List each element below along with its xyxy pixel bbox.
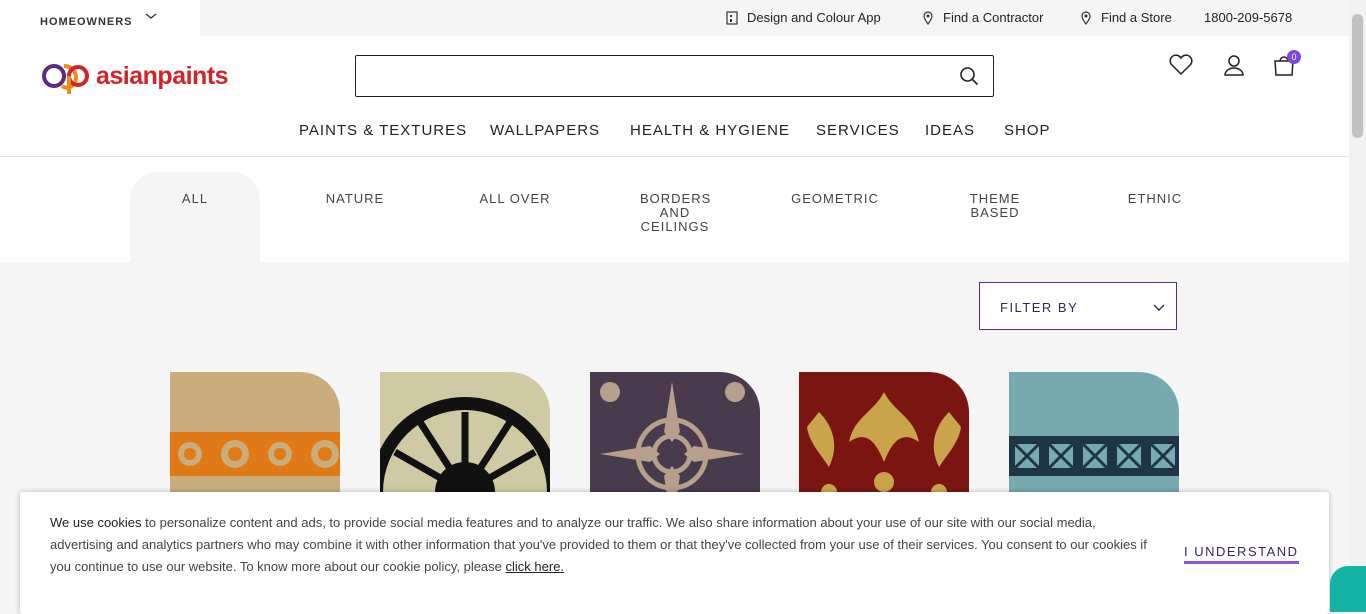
find-store-label: Find a Store — [1101, 10, 1172, 25]
segment-selector[interactable]: HOMEOWNERS — [0, 0, 200, 36]
stencil-pattern-image — [170, 432, 340, 476]
cookie-body: to personalize content and ads, to provi… — [50, 515, 1147, 574]
page-scrollbar[interactable] — [1349, 0, 1366, 612]
tab-borders-and-ceilings[interactable]: BORDERS AND CEILINGS — [610, 172, 740, 262]
find-contractor-link[interactable]: Find a Contractor — [921, 10, 1043, 25]
find-store-link[interactable]: Find a Store — [1079, 10, 1172, 25]
nav-health-hygiene[interactable]: HEALTH & HYGIENE — [630, 122, 790, 139]
nav-shop[interactable]: SHOP — [1004, 122, 1051, 139]
search-icon[interactable] — [959, 66, 979, 86]
tab-geometric[interactable]: GEOMETRIC — [770, 172, 900, 262]
filter-by-dropdown[interactable]: FILTER BY — [979, 282, 1177, 330]
tab-all[interactable]: ALL — [130, 172, 260, 262]
product-card-orange-scroll-border[interactable] — [170, 372, 340, 512]
stencil-pattern-image — [380, 397, 550, 512]
logo-text: asianpaints — [96, 61, 229, 90]
cookie-lead: We use cookies — [50, 515, 142, 530]
search-input[interactable] — [355, 55, 994, 97]
heart-icon[interactable] — [1168, 52, 1194, 78]
product-card-red-gold-damask[interactable] — [799, 372, 969, 512]
user-icon[interactable] — [1221, 52, 1247, 78]
asianpaints-logo-icon — [42, 64, 89, 94]
product-card-purple-medallion[interactable] — [590, 372, 760, 512]
product-card-black-medallion[interactable] — [380, 372, 550, 512]
design-colour-app-link[interactable]: Design and Colour App — [725, 10, 881, 25]
stencil-pattern-image — [600, 382, 745, 512]
tab-nature[interactable]: NATURE — [290, 172, 420, 262]
filter-by-label: FILTER BY — [1000, 300, 1079, 315]
location-pin-icon — [923, 10, 933, 25]
tab-all-over[interactable]: ALL OVER — [450, 172, 580, 262]
stencil-pattern-image — [807, 392, 961, 500]
design-colour-app-label: Design and Colour App — [747, 10, 881, 25]
product-card-teal-geometric-border[interactable] — [1009, 372, 1179, 512]
nav-services[interactable]: SERVICES — [816, 122, 900, 139]
cookie-banner: We use cookies to personalize content an… — [20, 492, 1329, 614]
site-header: asianpaints 0 PAINTS & TEXTURES WALLPAPE… — [0, 36, 1349, 157]
cookie-message: We use cookies to personalize content an… — [50, 512, 1160, 578]
chat-widget-button[interactable] — [1330, 566, 1366, 612]
segment-label: HOMEOWNERS — [40, 16, 133, 28]
tab-ethnic[interactable]: ETHNIC — [1090, 172, 1220, 262]
stencil-pattern-image — [1009, 436, 1179, 476]
nav-ideas[interactable]: IDEAS — [925, 122, 975, 139]
chevron-down-icon[interactable] — [143, 8, 159, 24]
nav-wallpapers[interactable]: WALLPAPERS — [490, 122, 600, 139]
cookie-policy-link[interactable]: click here. — [506, 559, 565, 574]
top-bar: HOMEOWNERS Design and Colour App Find a … — [0, 0, 1349, 36]
phone-number-label: 1800-209-5678 — [1204, 10, 1293, 25]
nav-paints-textures[interactable]: PAINTS & TEXTURES — [299, 122, 467, 139]
tab-theme-based[interactable]: THEME BASED — [930, 172, 1060, 262]
i-understand-button[interactable]: I UNDERSTAND — [1184, 544, 1299, 564]
chevron-down-icon — [1153, 304, 1165, 311]
phone-number-link[interactable]: 1800-209-5678 — [1204, 10, 1292, 25]
cart-count-badge: 0 — [1287, 50, 1301, 64]
category-tabs: ALL NATURE ALL OVER BORDERS AND CEILINGS… — [0, 157, 1349, 262]
location-pin-icon — [1081, 10, 1091, 25]
building-icon — [726, 10, 738, 25]
find-contractor-label: Find a Contractor — [943, 10, 1044, 25]
brand-logo[interactable]: asianpaints — [40, 56, 229, 96]
scrollbar-thumb[interactable] — [1352, 14, 1363, 138]
